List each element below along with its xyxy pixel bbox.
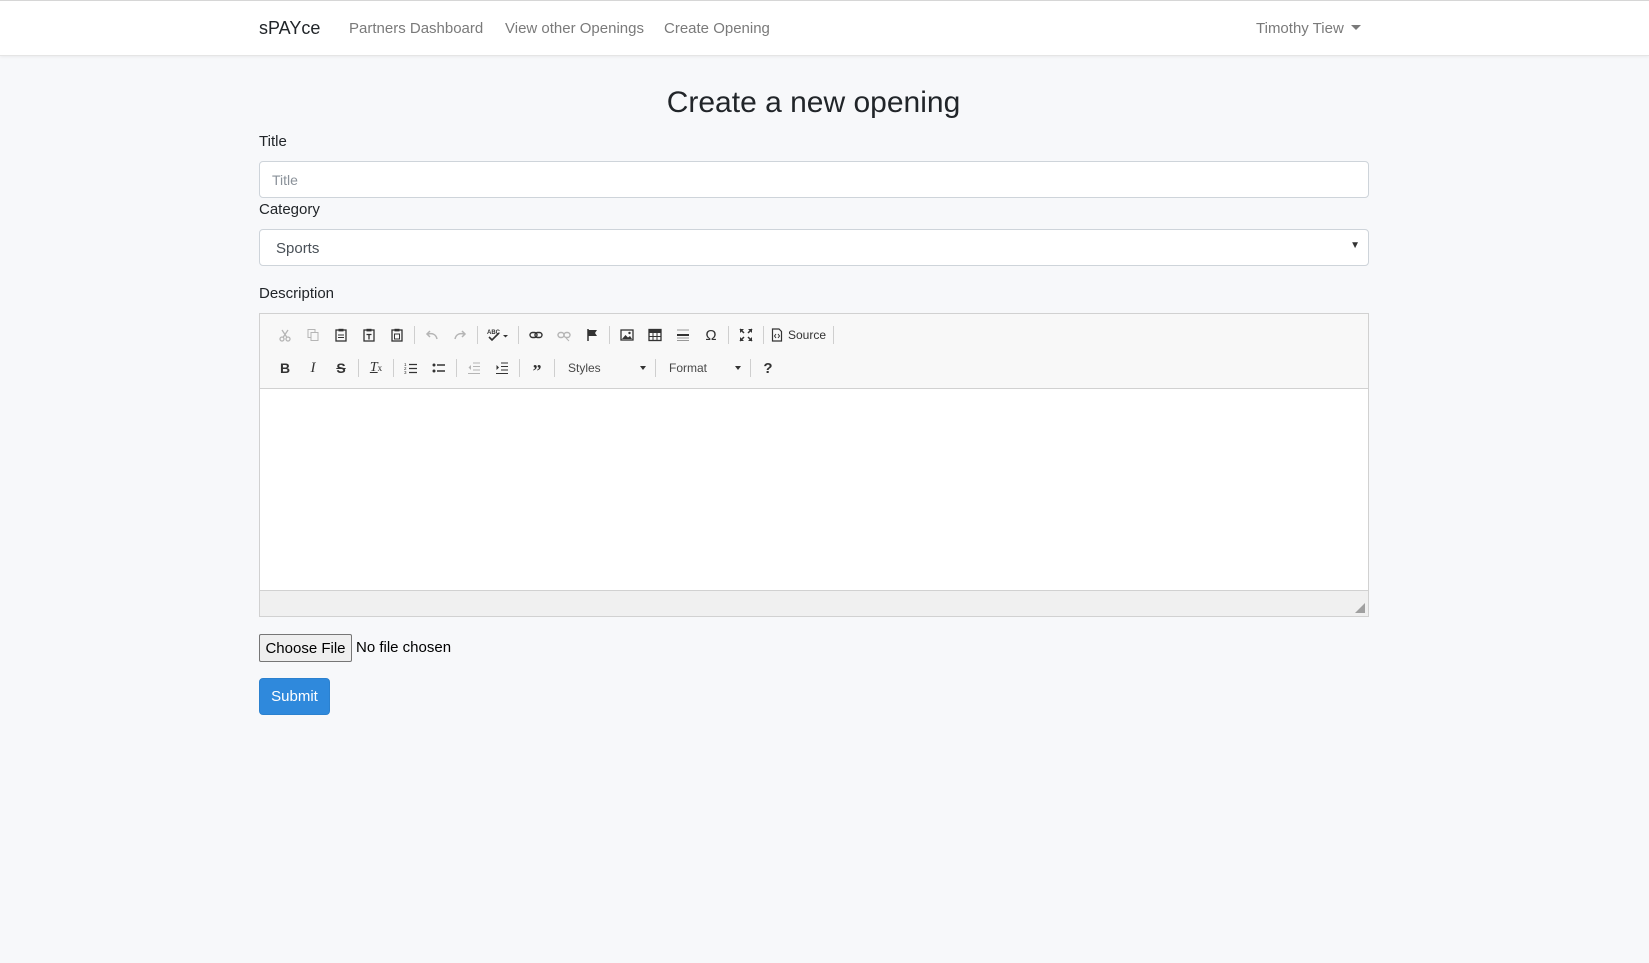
editor-status-bar <box>260 590 1368 616</box>
category-select[interactable]: Sports ▼ <box>259 229 1369 266</box>
editor-toolbar: ABC Ω Source B I S T x 1 2 3 ” Styles Fo… <box>260 314 1368 389</box>
unlink-icon[interactable] <box>550 323 578 347</box>
editor-content-area[interactable] <box>260 389 1368 590</box>
submit-button[interactable]: Submit <box>259 678 330 715</box>
spellcheck-icon[interactable]: ABC <box>481 323 515 347</box>
resize-handle-icon[interactable] <box>1355 603 1365 613</box>
category-selected-value: Sports <box>276 240 320 257</box>
redo-icon[interactable] <box>446 323 474 347</box>
svg-text:3: 3 <box>404 370 407 375</box>
source-button[interactable]: Source <box>767 323 830 347</box>
toolbar-separator <box>833 326 835 344</box>
image-icon[interactable] <box>613 323 641 347</box>
format-label: Format <box>669 361 708 375</box>
top-navbar: sPAYce Partners Dashboard View other Ope… <box>0 0 1649 56</box>
format-dropdown-icon <box>735 366 741 370</box>
source-icon <box>771 328 783 342</box>
nav-partners-dashboard[interactable]: Partners Dashboard <box>349 20 483 37</box>
bold-icon[interactable]: B <box>271 356 299 380</box>
description-label: Description <box>259 285 335 302</box>
toolbar-separator <box>519 359 520 377</box>
paste-from-word-icon[interactable] <box>383 323 411 347</box>
toolbar-separator <box>728 326 729 344</box>
blockquote-icon[interactable]: ” <box>523 356 551 381</box>
choose-file-button[interactable]: Choose File <box>259 634 352 662</box>
toolbar-separator <box>456 359 457 377</box>
toolbar-separator <box>609 326 610 344</box>
toolbar-row-2: B I S Tx 123 ” Styles Format ? <box>271 356 782 381</box>
toolbar-separator <box>414 326 415 344</box>
nav-create-opening[interactable]: Create Opening <box>664 20 770 37</box>
dropdown-arrow-icon: ▼ <box>1350 240 1360 251</box>
format-combo[interactable]: Format <box>659 357 747 379</box>
toolbar-separator <box>393 359 394 377</box>
toolbar-separator <box>358 359 359 377</box>
paste-icon[interactable] <box>327 323 355 347</box>
styles-combo[interactable]: Styles <box>558 357 652 379</box>
numbered-list-icon[interactable]: 123 <box>397 356 425 380</box>
title-input[interactable] <box>259 161 1369 198</box>
italic-icon[interactable]: I <box>299 356 327 380</box>
nav-view-other-openings[interactable]: View other Openings <box>505 20 644 37</box>
brand-logo[interactable]: sPAYce <box>259 18 320 39</box>
toolbar-row-1: ABC Ω Source <box>271 323 837 347</box>
cut-icon[interactable] <box>271 323 299 347</box>
help-icon[interactable]: ? <box>754 356 782 380</box>
toolbar-separator <box>477 326 478 344</box>
styles-label: Styles <box>568 361 601 375</box>
anchor-flag-icon[interactable] <box>578 323 606 347</box>
toolbar-separator <box>554 359 555 377</box>
toolbar-separator <box>763 326 764 344</box>
increase-indent-icon[interactable] <box>488 356 516 380</box>
rich-text-editor: ABC Ω Source B I S T x 1 2 3 ” Styles Fo… <box>259 313 1369 617</box>
source-label: Source <box>788 328 827 342</box>
file-status-text: No file chosen <box>356 639 452 656</box>
special-character-icon[interactable]: Ω <box>697 323 725 347</box>
link-icon[interactable] <box>522 323 550 347</box>
styles-dropdown-icon <box>640 366 646 370</box>
maximize-icon[interactable] <box>732 323 760 347</box>
caret-down-icon <box>1350 25 1361 30</box>
page-title: Create a new opening <box>666 86 961 119</box>
strikethrough-icon[interactable]: S <box>327 356 355 380</box>
toolbar-separator <box>518 326 519 344</box>
table-icon[interactable] <box>641 323 669 347</box>
decrease-indent-icon[interactable] <box>460 356 488 380</box>
title-label: Title <box>259 133 287 150</box>
remove-format-icon[interactable]: Tx <box>362 356 390 380</box>
toolbar-separator <box>750 359 751 377</box>
user-name: Timothy Tiew <box>1256 20 1344 37</box>
undo-icon[interactable] <box>418 323 446 347</box>
horizontal-line-icon[interactable] <box>669 323 697 347</box>
paste-text-icon[interactable] <box>355 323 383 347</box>
copy-icon[interactable] <box>299 323 327 347</box>
bulleted-list-icon[interactable] <box>425 356 453 380</box>
category-label: Category <box>259 201 320 218</box>
user-menu[interactable]: Timothy Tiew <box>1256 20 1361 37</box>
toolbar-separator <box>655 359 656 377</box>
